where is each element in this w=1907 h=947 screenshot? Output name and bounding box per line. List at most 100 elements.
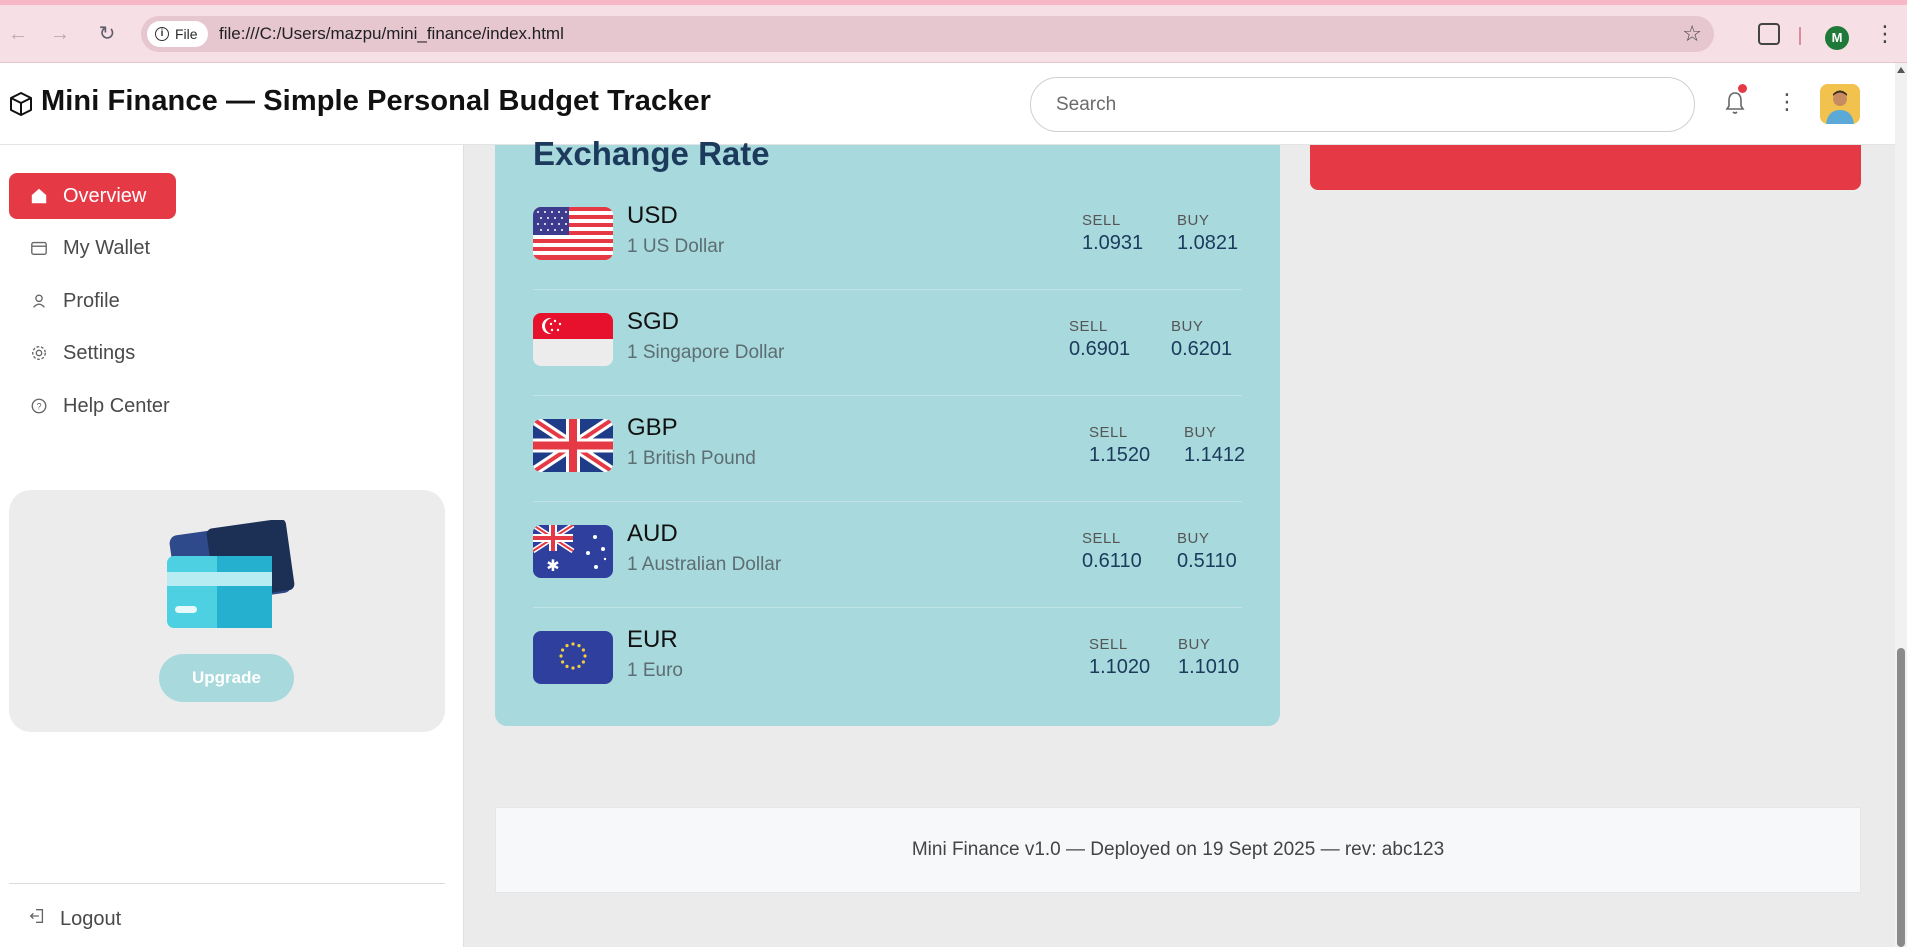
buy-column: BUY 0.6201: [1171, 318, 1232, 361]
sell-label: SELL: [1089, 424, 1128, 441]
currency-code: GBP: [627, 414, 678, 441]
sell-label: SELL: [1089, 636, 1128, 653]
sidebar-item-label: Overview: [63, 184, 147, 207]
buy-column: BUY 1.1010: [1178, 636, 1239, 679]
extensions-icon[interactable]: [1758, 23, 1780, 45]
info-icon: i: [155, 27, 169, 41]
scroll-up-arrow-icon[interactable]: [1897, 67, 1905, 73]
address-bar[interactable]: i File file:///C:/Users/mazpu/mini_finan…: [141, 16, 1714, 52]
svg-text:?: ?: [36, 402, 41, 412]
buy-value: 1.0821: [1177, 232, 1239, 254]
notification-dot: [1738, 84, 1747, 93]
rate-row: USD 1 US Dollar SELL 1.0931 BUY 1.0821: [533, 184, 1242, 290]
buy-label: BUY: [1177, 212, 1210, 229]
url-text[interactable]: file:///C:/Users/mazpu/mini_finance/inde…: [219, 16, 564, 52]
currency-name: 1 Euro: [627, 660, 683, 681]
currency-code: AUD: [627, 520, 678, 547]
file-chip-label: File: [175, 26, 198, 42]
sell-column: SELL 0.6110: [1082, 530, 1142, 573]
sidebar-item-overview[interactable]: Overview: [9, 173, 176, 219]
browser-profile-avatar[interactable]: M: [1825, 26, 1849, 50]
exchange-rate-card: Exchange Rate USD 1 US Dollar SELL 1.093…: [495, 135, 1280, 726]
eu-flag-icon: [533, 631, 613, 684]
credit-cards-illustration: [167, 520, 295, 628]
sell-column: SELL 1.1020: [1089, 636, 1150, 679]
uk-flag-icon: [533, 419, 613, 472]
svg-text:✱: ✱: [546, 556, 559, 575]
sell-value: 1.1520: [1089, 444, 1151, 466]
upgrade-button[interactable]: Upgrade: [159, 654, 294, 702]
sidebar-item-label: Profile: [63, 289, 120, 312]
exchange-rate-title: Exchange Rate: [533, 135, 770, 172]
help-icon: ?: [29, 396, 49, 416]
rate-row: ✱ AUD 1 Australian Dollar SELL 0.6110 BU…: [533, 502, 1242, 608]
logout-button[interactable]: Logout: [28, 907, 121, 931]
browser-menu-icon[interactable]: ⋮: [1874, 23, 1896, 45]
gear-icon: [29, 343, 49, 363]
browser-toolbar: ← → ↻ i File file:///C:/Users/mazpu/mini…: [0, 0, 1907, 63]
toolbar-separator: [1799, 27, 1801, 45]
buy-value: 1.1412: [1184, 444, 1246, 466]
bell-icon[interactable]: [1724, 90, 1746, 116]
cube-logo-icon: [10, 92, 32, 116]
sell-value: 0.6901: [1069, 338, 1131, 360]
currency-name: 1 Australian Dollar: [627, 554, 782, 575]
sell-label: SELL: [1082, 530, 1121, 547]
us-flag-icon: [533, 207, 613, 260]
bookmark-star-icon[interactable]: ☆: [1682, 22, 1702, 46]
home-icon: [29, 186, 49, 206]
red-summary-card: [1310, 145, 1861, 190]
sg-flag-icon: [533, 313, 613, 366]
sidebar-item-help-center[interactable]: ? Help Center: [9, 383, 176, 429]
sell-value: 1.1020: [1089, 656, 1151, 678]
buy-column: BUY 1.0821: [1177, 212, 1238, 255]
sell-column: SELL 1.0931: [1082, 212, 1143, 255]
sell-label: SELL: [1069, 318, 1108, 335]
sidebar-item-label: Help Center: [63, 394, 170, 417]
scrollbar[interactable]: [1895, 63, 1907, 947]
currency-code: EUR: [627, 626, 678, 653]
forward-icon[interactable]: →: [48, 22, 72, 46]
rate-row: SGD 1 Singapore Dollar SELL 0.6901 BUY 0…: [533, 290, 1242, 396]
buy-column: BUY 0.5110: [1177, 530, 1237, 573]
page-title: Mini Finance — Simple Personal Budget Tr…: [41, 85, 712, 117]
buy-value: 1.1010: [1178, 656, 1240, 678]
sell-column: SELL 0.6901: [1069, 318, 1130, 361]
sell-value: 0.6110: [1082, 550, 1142, 572]
au-flag-icon: ✱: [533, 525, 613, 578]
sidebar: Overview My Wallet Profile Settings ? He…: [0, 145, 464, 947]
more-options-icon[interactable]: ⋮: [1776, 90, 1798, 114]
logout-icon: [28, 907, 46, 931]
sidebar-item-label: Settings: [63, 341, 136, 364]
buy-label: BUY: [1177, 530, 1210, 547]
footer: Mini Finance v1.0 — Deployed on 19 Sept …: [495, 807, 1861, 893]
rate-row: EUR 1 Euro SELL 1.1020 BUY 1.1010: [533, 608, 1242, 714]
sell-label: SELL: [1082, 212, 1121, 229]
buy-label: BUY: [1178, 636, 1211, 653]
currency-name: 1 Singapore Dollar: [627, 342, 785, 363]
footer-text: Mini Finance v1.0 — Deployed on 19 Sept …: [911, 839, 1445, 860]
scroll-thumb[interactable]: [1897, 648, 1905, 947]
reload-icon[interactable]: ↻: [95, 22, 119, 46]
buy-value: 0.5110: [1177, 550, 1237, 572]
back-icon[interactable]: ←: [6, 22, 30, 46]
sell-column: SELL 1.1520: [1089, 424, 1150, 467]
sell-value: 1.0931: [1082, 232, 1144, 254]
buy-label: BUY: [1184, 424, 1217, 441]
buy-value: 0.6201: [1171, 338, 1233, 360]
avatar[interactable]: [1820, 84, 1860, 124]
search-input[interactable]: [1030, 77, 1695, 132]
sidebar-item-profile[interactable]: Profile: [9, 278, 176, 324]
currency-name: 1 British Pound: [627, 448, 756, 469]
user-icon: [29, 291, 49, 311]
currency-code: SGD: [627, 308, 680, 335]
sidebar-item-settings[interactable]: Settings: [9, 330, 176, 376]
logout-label: Logout: [60, 907, 122, 930]
buy-column: BUY 1.1412: [1184, 424, 1245, 467]
currency-code: USD: [627, 202, 678, 229]
rate-row: GBP 1 British Pound SELL 1.1520 BUY 1.14…: [533, 396, 1245, 502]
app-header: Mini Finance — Simple Personal Budget Tr…: [0, 63, 1895, 145]
site-info-chip[interactable]: i File: [147, 21, 208, 47]
upgrade-card: Upgrade: [9, 490, 445, 732]
sidebar-item-my-wallet[interactable]: My Wallet: [9, 225, 176, 271]
